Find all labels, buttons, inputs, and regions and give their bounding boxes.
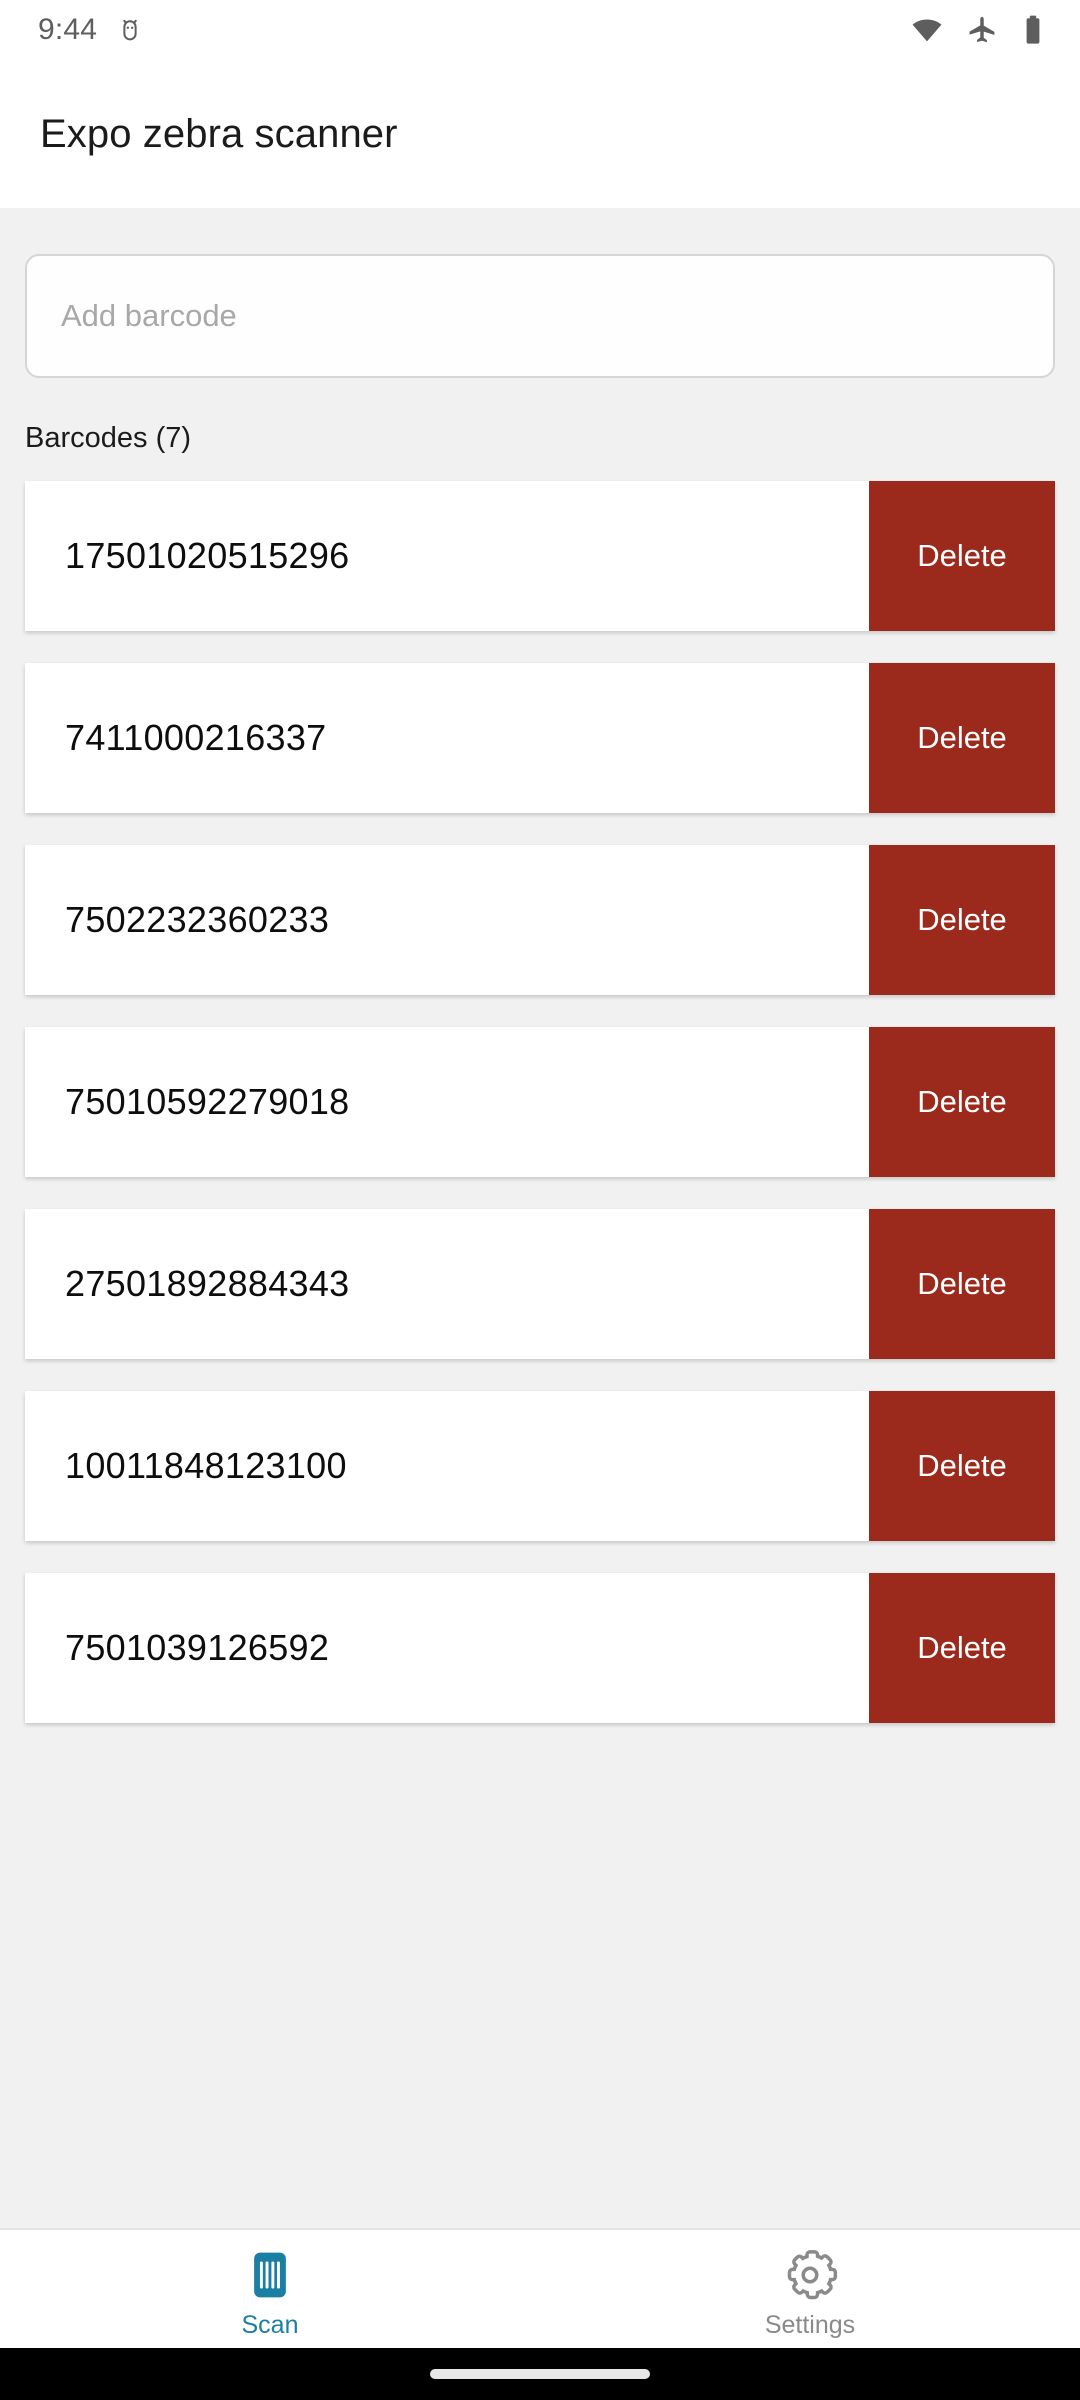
- table-row: 10011848123100 Delete: [25, 1391, 1055, 1541]
- tab-scan-label: Scan: [242, 2313, 299, 2338]
- barcode-list: 17501020515296 Delete 7411000216337 Dele…: [25, 481, 1055, 2228]
- table-row: 7502232360233 Delete: [25, 845, 1055, 995]
- barcode-value: 7502232360233: [25, 845, 869, 995]
- table-row: 7411000216337 Delete: [25, 663, 1055, 813]
- barcode-value: 75010592279018: [25, 1027, 869, 1177]
- delete-button[interactable]: Delete: [869, 845, 1055, 995]
- table-row: 17501020515296 Delete: [25, 481, 1055, 631]
- delete-button[interactable]: Delete: [869, 663, 1055, 813]
- system-gesture-bar: [0, 2348, 1080, 2400]
- delete-button[interactable]: Delete: [869, 1209, 1055, 1359]
- barcodes-count-label: Barcodes (7): [25, 422, 1055, 455]
- barcode-value: 10011848123100: [25, 1391, 869, 1541]
- barcode-value: 7501039126592: [25, 1573, 869, 1723]
- add-barcode-input[interactable]: [25, 254, 1055, 378]
- battery-icon: [1020, 14, 1046, 46]
- bottom-navigation: Scan Settings: [0, 2228, 1080, 2348]
- status-bar-left: 9:44: [38, 15, 145, 45]
- home-indicator[interactable]: [430, 2369, 650, 2379]
- status-bar-clock: 9:44: [38, 15, 97, 45]
- status-bar: 9:44: [0, 0, 1080, 60]
- delete-button[interactable]: Delete: [869, 481, 1055, 631]
- barcode-value: 7411000216337: [25, 663, 869, 813]
- airplane-mode-icon: [966, 14, 998, 46]
- android-bug-icon: [115, 15, 145, 45]
- app-header: Expo zebra scanner: [0, 60, 1080, 208]
- delete-button[interactable]: Delete: [869, 1391, 1055, 1541]
- table-row: 75010592279018 Delete: [25, 1027, 1055, 1177]
- delete-button[interactable]: Delete: [869, 1027, 1055, 1177]
- table-row: 27501892884343 Delete: [25, 1209, 1055, 1359]
- status-bar-right: [910, 13, 1046, 47]
- main-content: Barcodes (7) 17501020515296 Delete 74110…: [0, 208, 1080, 2228]
- table-row: 7501039126592 Delete: [25, 1573, 1055, 1723]
- delete-button[interactable]: Delete: [869, 1573, 1055, 1723]
- tab-scan[interactable]: Scan: [0, 2230, 540, 2348]
- gear-icon: [782, 2247, 838, 2303]
- barcode-value: 27501892884343: [25, 1209, 869, 1359]
- wifi-icon: [910, 13, 944, 47]
- app-screen: 9:44 Expo zebra scann: [0, 0, 1080, 2400]
- barcode-value: 17501020515296: [25, 481, 869, 631]
- barcode-icon: [242, 2247, 298, 2303]
- tab-settings[interactable]: Settings: [540, 2230, 1080, 2348]
- tab-settings-label: Settings: [765, 2313, 855, 2338]
- page-title: Expo zebra scanner: [40, 112, 398, 157]
